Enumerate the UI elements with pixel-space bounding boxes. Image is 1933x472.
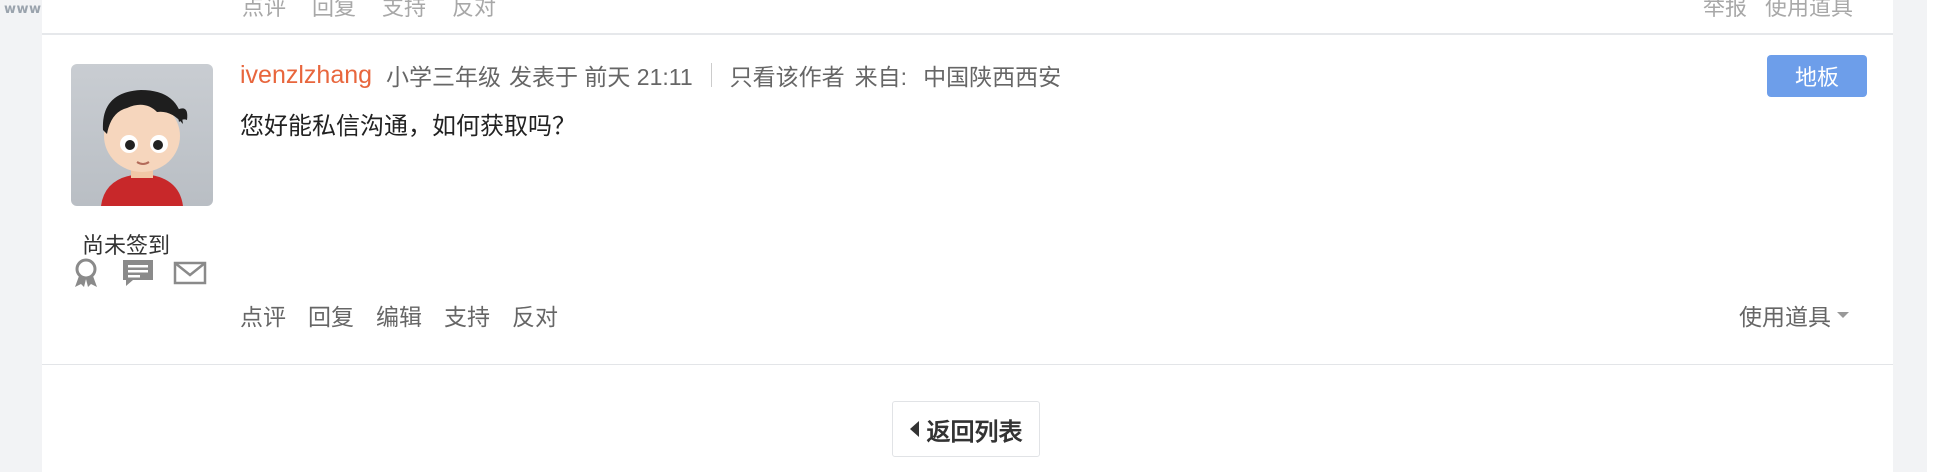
post-content: 您好能私信沟通，如何获取吗？ (240, 113, 576, 140)
message-icon[interactable] (173, 258, 207, 288)
floor-button[interactable]: 地板 (1767, 55, 1867, 97)
header-divider (710, 63, 712, 87)
right-scroll-strip (1927, 0, 1933, 472)
caret-left-icon (909, 421, 919, 437)
post-actions: 点评 回复 编辑 支持 反对 (240, 298, 558, 332)
avatar[interactable] (71, 64, 213, 206)
posted-time: 前天 21:11 (584, 64, 693, 90)
edit-link[interactable]: 编辑 (376, 298, 422, 332)
prev-report-link[interactable]: 举报 (1703, 0, 1747, 22)
post-header: ivenzlzhang 小学三年级 发表于 前天 21:11 只看该作者 来自:… (240, 58, 1061, 92)
support-link[interactable]: 支持 (444, 298, 490, 332)
prev-comment-link[interactable]: 点评 (242, 0, 286, 22)
post-location: 中国陕西西安 (923, 64, 1062, 90)
author-grade: 小学三年级 (386, 64, 502, 90)
comment-link[interactable]: 点评 (240, 298, 286, 332)
post-divider-bottom (42, 364, 1893, 365)
author-username[interactable]: ivenzlzhang (240, 61, 372, 90)
avatar-image (101, 90, 188, 206)
back-to-list-label: 返回列表 (926, 418, 1023, 446)
medal-icon[interactable] (69, 258, 103, 288)
prev-oppose-link[interactable]: 反对 (452, 0, 496, 22)
back-to-list-button[interactable]: 返回列表 (892, 401, 1040, 457)
use-tools-dropdown[interactable]: 使用道具 (1739, 298, 1849, 332)
prev-support-link[interactable]: 支持 (382, 0, 426, 22)
caret-down-icon (1837, 312, 1849, 318)
reply-link[interactable]: 回复 (308, 298, 354, 332)
posts-icon[interactable] (121, 258, 155, 288)
user-icon-row (69, 258, 207, 288)
posted-label: 发表于 (509, 64, 579, 90)
prev-tools-link[interactable]: 使用道具 (1765, 0, 1853, 22)
sign-in-status: 尚未签到 (82, 233, 171, 258)
use-tools-label: 使用道具 (1739, 304, 1831, 330)
post-divider-top (42, 33, 1893, 35)
previous-post-actions: 点评 回复 支持 反对 (242, 0, 496, 22)
from-label: 来自: (854, 64, 908, 90)
post-card: 点评 回复 支持 反对 举报 使用道具 尚未签到 ivenzlzhang 小学三… (42, 0, 1893, 472)
only-author-link[interactable]: 只看该作者 (730, 58, 845, 92)
oppose-link[interactable]: 反对 (512, 298, 558, 332)
prev-reply-link[interactable]: 回复 (312, 0, 356, 22)
previous-post-right-actions: 举报 使用道具 (1703, 0, 1853, 22)
